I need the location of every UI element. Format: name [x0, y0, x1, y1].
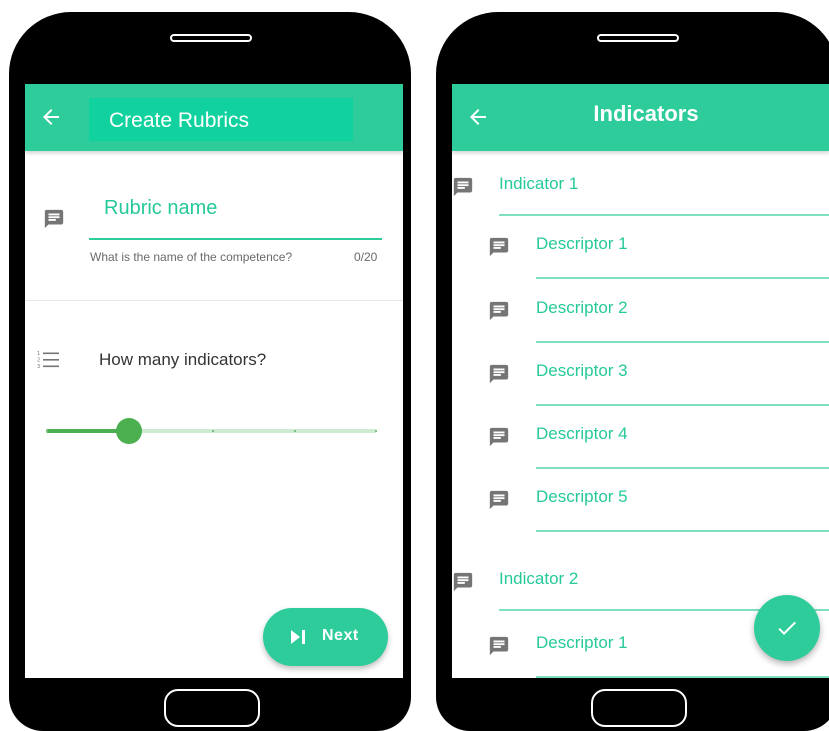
message-icon	[489, 301, 509, 321]
message-icon	[489, 364, 509, 384]
numbered-list-icon: 1 2 3	[37, 351, 59, 370]
page-title: Create Rubrics	[89, 98, 353, 141]
phone-right: Indicators Indicator 1 Descriptor 1 Descri…	[436, 12, 829, 731]
svg-text:1: 1	[37, 351, 40, 357]
page-title: Indicators	[593, 101, 699, 126]
home-button[interactable]	[164, 689, 260, 727]
descriptor-label: Descriptor 1	[536, 633, 628, 652]
rubric-name-input[interactable]: Rubric name	[104, 197, 217, 220]
character-counter: 0/20	[354, 250, 378, 264]
speaker-grille	[170, 34, 252, 42]
slider-tick	[211, 430, 214, 432]
row-underline	[536, 676, 829, 678]
indicators-question-label: How many indicators?	[99, 350, 267, 369]
indicator-label: Indicator 1	[499, 174, 579, 193]
indicator-label: Indicator 2	[499, 569, 579, 588]
descriptor-label: Descriptor 5	[536, 487, 628, 506]
svg-text:3: 3	[37, 364, 40, 370]
arrow-left-icon[interactable]	[39, 105, 63, 129]
message-icon	[453, 572, 473, 592]
descriptor-label: Descriptor 1	[536, 234, 628, 253]
check-icon	[778, 621, 796, 635]
row-underline	[536, 277, 829, 279]
rubric-name-helper: What is the name of the competence?	[90, 250, 293, 264]
skip-next-icon	[291, 630, 305, 644]
slider-thumb[interactable]	[115, 418, 142, 444]
message-icon	[453, 177, 473, 197]
home-button[interactable]	[591, 689, 687, 727]
message-icon	[44, 209, 64, 229]
section-divider	[25, 300, 403, 301]
next-button[interactable]: Next	[263, 608, 388, 666]
message-icon	[489, 237, 509, 257]
slider-tick	[294, 430, 297, 432]
message-icon	[489, 636, 509, 656]
row-underline	[499, 214, 829, 216]
phone-left: Create Rubrics Rubric name What is the n…	[9, 12, 411, 731]
app-bar: Create Rubrics	[25, 84, 403, 151]
indicator-count-slider[interactable]	[46, 429, 377, 433]
descriptor-row[interactable]: Descriptor 3	[452, 361, 829, 421]
row-underline	[536, 341, 829, 343]
descriptor-row[interactable]: Descriptor 1	[452, 234, 829, 294]
rubric-name-underline	[89, 238, 382, 240]
indicator-row[interactable]: Indicator 1	[452, 174, 829, 234]
message-icon	[489, 427, 509, 447]
next-button-label: Next	[322, 627, 359, 644]
speaker-grille	[597, 34, 679, 42]
descriptor-label: Descriptor 2	[536, 298, 628, 317]
descriptor-label: Descriptor 4	[536, 424, 628, 443]
app-bar: Indicators	[452, 84, 829, 151]
create-rubrics-screen: Create Rubrics Rubric name What is the n…	[25, 84, 403, 678]
row-underline	[536, 530, 829, 532]
descriptor-row[interactable]: Descriptor 5	[452, 487, 829, 547]
row-underline	[536, 404, 829, 406]
svg-text:2: 2	[37, 358, 40, 364]
slider-tick	[375, 430, 377, 432]
row-underline	[536, 467, 829, 469]
indicators-screen: Indicators Indicator 1 Descriptor 1 Descri…	[452, 84, 829, 678]
descriptor-label: Descriptor 3	[536, 361, 628, 380]
descriptor-row[interactable]: Descriptor 2	[452, 298, 829, 358]
message-icon	[489, 490, 509, 510]
confirm-fab[interactable]	[754, 595, 820, 661]
slider-tick	[46, 430, 48, 432]
descriptor-row[interactable]: Descriptor 4	[452, 424, 829, 484]
